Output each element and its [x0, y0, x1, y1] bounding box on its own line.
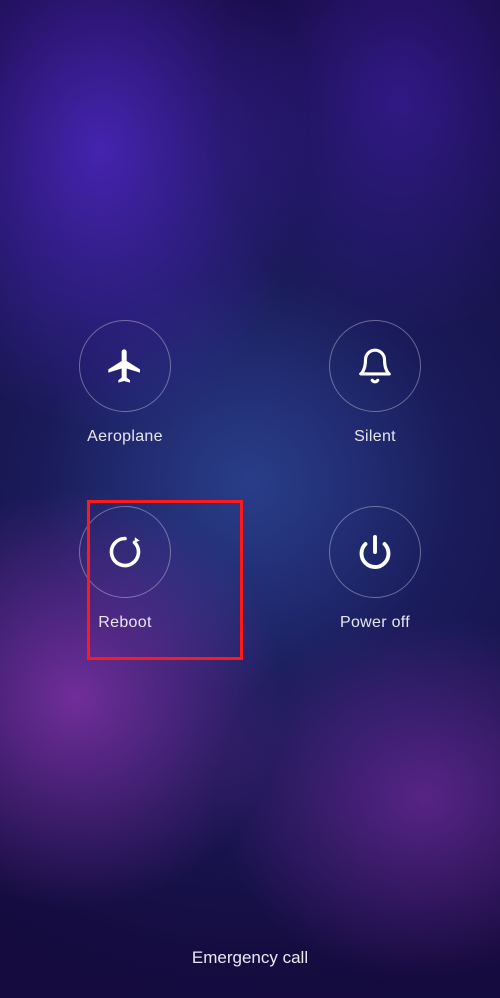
reboot-label: Reboot — [98, 614, 151, 632]
aeroplane-mode-button[interactable] — [79, 320, 171, 412]
airplane-icon — [105, 346, 145, 386]
reboot-icon — [107, 534, 143, 570]
power-off-item: Power off — [300, 506, 450, 632]
silent-mode-label: Silent — [354, 428, 396, 446]
power-icon — [357, 534, 393, 570]
aeroplane-mode-label: Aeroplane — [87, 428, 163, 446]
bell-icon — [356, 347, 394, 385]
power-off-button[interactable] — [329, 506, 421, 598]
power-off-label: Power off — [340, 614, 410, 632]
silent-mode-item: Silent — [300, 320, 450, 446]
power-menu-grid: Aeroplane Silent Reboot — [0, 320, 500, 632]
silent-mode-button[interactable] — [329, 320, 421, 412]
emergency-call-link[interactable]: Emergency call — [0, 948, 500, 968]
aeroplane-mode-item: Aeroplane — [50, 320, 200, 446]
reboot-item: Reboot — [50, 506, 200, 632]
reboot-button[interactable] — [79, 506, 171, 598]
